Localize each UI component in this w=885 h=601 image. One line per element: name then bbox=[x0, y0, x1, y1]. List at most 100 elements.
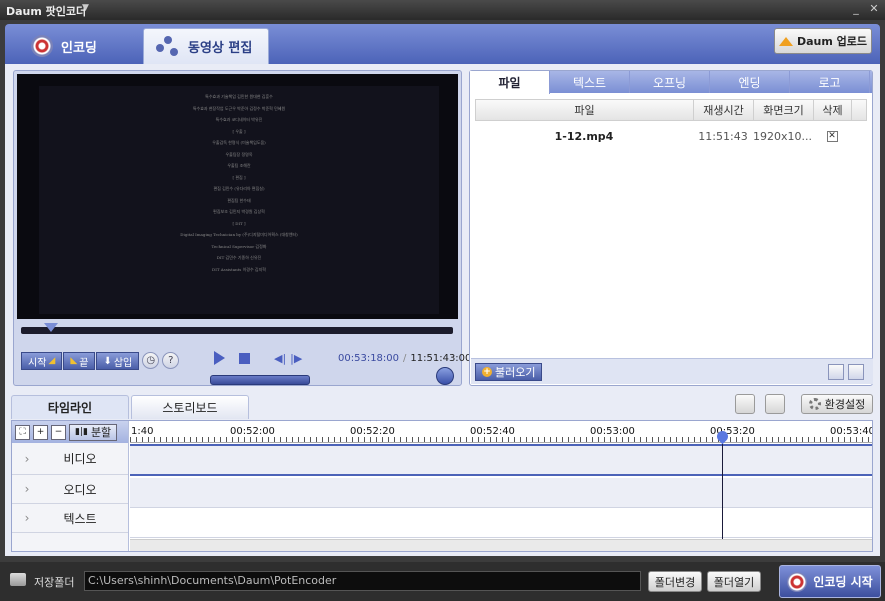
credit-line: DIT 김민수 기종하 신유진 bbox=[216, 255, 262, 260]
zoom-in-icon[interactable]: + bbox=[33, 424, 48, 440]
credit-line: Digital Imaging Technician by (주)디지털미디어웍… bbox=[180, 232, 298, 237]
list-view-icon[interactable] bbox=[848, 364, 864, 380]
fit-icon[interactable]: ⛶ bbox=[15, 424, 30, 440]
ruler-ticks bbox=[130, 437, 872, 442]
insert-arrow-icon: ⬇ bbox=[103, 355, 112, 367]
stop-icon[interactable] bbox=[239, 352, 250, 364]
upload-label: Daum 업로드 bbox=[796, 35, 868, 48]
file-row[interactable]: 1-12.mp4 11:51:43 1920x10... ✕ bbox=[475, 125, 867, 147]
tab-timeline[interactable]: 타임라인 bbox=[11, 395, 129, 419]
daum-upload-button[interactable]: Daum 업로드 bbox=[774, 28, 872, 54]
delete-x-icon[interactable]: ✕ bbox=[826, 130, 838, 142]
tab-logo[interactable]: 로고 bbox=[790, 71, 870, 93]
col-resolution[interactable]: 화면크기 bbox=[754, 100, 814, 120]
credit-line: 특수효과 기술책임 김민한 원대현 김훈수 bbox=[205, 94, 273, 99]
credit-line: 특수효과 코디네이터 박유진 bbox=[215, 117, 263, 122]
timeline-scrollbar[interactable] bbox=[130, 539, 872, 551]
split-button[interactable]: ▮|▮ 분할 bbox=[69, 423, 118, 441]
preview-panel: 특수효과 기술책임 김민한 원대현 김훈수 특수효과 현장작업 도근우 박준아 김… bbox=[13, 70, 471, 386]
col-file[interactable]: 파일 bbox=[476, 100, 694, 120]
clock-button[interactable]: ◷ bbox=[142, 352, 160, 369]
zoom-out-icon[interactable]: − bbox=[51, 424, 66, 440]
set-end-button[interactable]: ◣ 끝 bbox=[63, 352, 96, 370]
seek-bar[interactable] bbox=[21, 327, 453, 334]
credit-line: Technical Supervisor 김정화 bbox=[211, 243, 267, 249]
expand-chevron-icon[interactable]: › bbox=[12, 511, 42, 525]
track-header-audio[interactable]: › 오디오 bbox=[12, 475, 128, 504]
track-header-video[interactable]: › 비디오 bbox=[12, 443, 128, 475]
timeline-tabs: 타임라인 스토리보드 bbox=[11, 395, 249, 419]
transport-controls: ◀| |▶ bbox=[214, 351, 302, 365]
video-frame: 특수효과 기술책임 김민한 원대현 김훈수 특수효과 현장작업 도근우 박준아 김… bbox=[39, 86, 439, 314]
change-folder-button[interactable]: 폴더변경 bbox=[648, 571, 702, 592]
open-folder-button[interactable]: 폴더열기 bbox=[707, 571, 761, 592]
track-name: 텍스트 bbox=[63, 511, 97, 526]
col-delete[interactable]: 삭제 bbox=[814, 100, 852, 120]
tab-ending[interactable]: 엔딩 bbox=[710, 71, 790, 93]
expand-chevron-icon[interactable]: › bbox=[12, 482, 42, 496]
start-encoding-button[interactable]: 인코딩 시작 bbox=[779, 565, 881, 598]
load-files-button[interactable]: + 불러오기 bbox=[475, 363, 543, 381]
file-list-header: 파일 재생시간 화면크기 삭제 bbox=[475, 99, 867, 121]
set-start-button[interactable]: 시작 ◢ bbox=[21, 352, 63, 370]
bottom-bar: 저장폴더 C:\Users\shinh\Documents\Daum\PotEn… bbox=[0, 562, 885, 601]
encoding-disc-icon bbox=[31, 35, 53, 57]
set-end-label: 끝 bbox=[79, 357, 89, 369]
close-button[interactable]: ✕ bbox=[867, 2, 881, 16]
tab-editing-label: 동영상 편집 bbox=[188, 41, 253, 56]
save-icon[interactable] bbox=[765, 394, 785, 414]
insert-button[interactable]: ⬇ 삽입 bbox=[96, 352, 140, 370]
settings-button[interactable]: 환경설정 bbox=[801, 394, 873, 414]
tab-opening[interactable]: 오프닝 bbox=[630, 71, 710, 93]
help-button[interactable]: ? bbox=[162, 352, 180, 369]
set-start-label: 시작 bbox=[28, 357, 47, 369]
thumbnail-view-icon[interactable] bbox=[828, 364, 844, 380]
credit-line: [ 편집 ] bbox=[232, 174, 246, 180]
save-path-field[interactable]: C:\Users\shinh\Documents\Daum\PotEncoder bbox=[84, 571, 641, 591]
tab-storyboard[interactable]: 스토리보드 bbox=[131, 395, 249, 419]
minimize-button[interactable]: _ bbox=[849, 2, 863, 16]
track-header-text[interactable]: › 텍스트 bbox=[12, 504, 128, 533]
audio-lane[interactable] bbox=[130, 478, 872, 508]
timecode-display: 00:53:18:00/11:51:43:00 bbox=[338, 353, 471, 364]
video-lane[interactable] bbox=[130, 444, 872, 476]
ruler-label: 00:53:40 bbox=[830, 426, 872, 437]
split-label: 분할 bbox=[90, 426, 112, 439]
app-title: Daum 팟인코더 bbox=[6, 5, 87, 18]
expand-chevron-icon[interactable]: › bbox=[12, 452, 42, 466]
time-separator: / bbox=[403, 353, 407, 364]
text-lane[interactable] bbox=[130, 508, 872, 538]
tab-text[interactable]: 텍스트 bbox=[550, 71, 630, 93]
volume-slider[interactable] bbox=[210, 375, 310, 385]
tab-file[interactable]: 파일 bbox=[470, 71, 550, 94]
credit-line: [ 우출 ] bbox=[232, 128, 246, 134]
tab-encoding[interactable]: 인코딩 bbox=[19, 28, 109, 64]
mode-bar: 인코딩 동영상 편집 Daum 업로드 bbox=[5, 24, 880, 64]
load-label: 불러오기 bbox=[495, 366, 536, 379]
track-names: › 비디오 › 오디오 › 텍스트 bbox=[12, 443, 128, 533]
time-ruler[interactable]: 1:40 00:52:00 00:52:20 00:52:40 00:53:00 00:5… bbox=[130, 421, 872, 443]
plus-icon: + bbox=[482, 367, 492, 377]
current-time: 00:53:18:00 bbox=[338, 353, 400, 364]
clock-icon: ◷ bbox=[146, 355, 156, 366]
work-area: 특수효과 기술책임 김민한 원대현 김훈수 특수효과 현장작업 도근우 박준아 김… bbox=[5, 64, 880, 556]
title-menu-icon[interactable]: ▼ bbox=[82, 3, 89, 13]
ruler-label: 1:40 bbox=[131, 426, 154, 437]
tab-encoding-label: 인코딩 bbox=[61, 40, 97, 56]
ruler-label: 00:52:40 bbox=[470, 426, 515, 437]
seek-handle[interactable] bbox=[44, 323, 59, 332]
file-panel-tabs: 파일 텍스트 오프닝 엔딩 로고 bbox=[470, 71, 872, 94]
next-frame-icon[interactable]: |▶ bbox=[290, 352, 302, 365]
tab-video-editing[interactable]: 동영상 편집 bbox=[143, 28, 269, 64]
play-icon[interactable] bbox=[214, 351, 225, 365]
credit-line: [ DIT ] bbox=[232, 220, 246, 226]
start-marker-icon: ◢ bbox=[48, 356, 56, 366]
col-duration[interactable]: 재생시간 bbox=[694, 100, 754, 120]
prev-frame-icon[interactable]: ◀| bbox=[274, 352, 286, 365]
speaker-icon[interactable] bbox=[436, 367, 454, 385]
delete-cell: ✕ bbox=[813, 125, 851, 147]
folder-icon[interactable] bbox=[735, 394, 755, 414]
credit-line: 편집보조 김민지 박경원 김상혁 bbox=[213, 209, 265, 214]
save-folder-label: 저장폴더 bbox=[34, 576, 75, 589]
gear-icon bbox=[808, 398, 821, 410]
